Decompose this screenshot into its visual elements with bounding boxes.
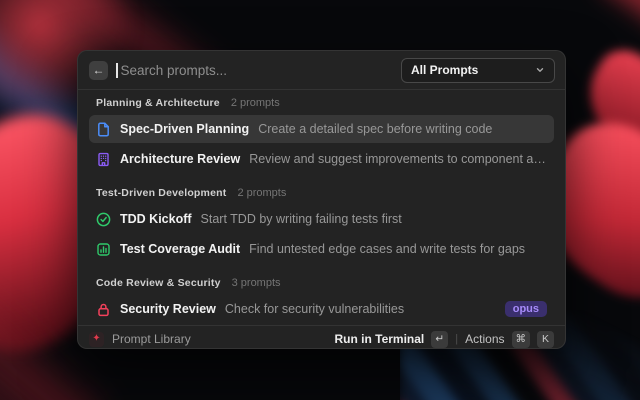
- list-item-tdd-kickoff[interactable]: TDD Kickoff Start TDD by writing failing…: [89, 205, 554, 233]
- section-title: Planning & Architecture: [96, 97, 220, 109]
- back-button[interactable]: ←: [89, 61, 108, 80]
- circle-check-icon: [96, 212, 111, 227]
- palette-footer: ✦ Prompt Library Run in Terminal ↵ | Act…: [78, 325, 565, 352]
- list-item-security-review[interactable]: Security Review Check for security vulne…: [89, 295, 554, 323]
- run-in-terminal-button[interactable]: Run in Terminal: [334, 332, 424, 346]
- wallpaper-red-corner-top-right: [592, 0, 640, 46]
- footer-divider: |: [455, 333, 458, 345]
- item-description: Find untested edge cases and write tests…: [249, 242, 547, 256]
- command-keycap[interactable]: ⌘: [512, 331, 531, 348]
- section-title: Test-Driven Development: [96, 187, 226, 199]
- item-title: Security Review: [120, 302, 216, 316]
- app-name: Prompt Library: [112, 332, 191, 346]
- bar-chart-icon: [96, 242, 111, 257]
- section-header-tdd: Test-Driven Development 2 prompts: [89, 187, 554, 205]
- section-header-planning: Planning & Architecture 2 prompts: [89, 97, 554, 115]
- section-spacer: [89, 265, 554, 277]
- filter-dropdown[interactable]: All Prompts: [401, 58, 555, 83]
- section-header-code-review: Code Review & Security 3 prompts: [89, 277, 554, 295]
- prompt-list: Planning & Architecture 2 prompts Spec-D…: [78, 90, 565, 325]
- section-count: 2 prompts: [231, 97, 280, 109]
- search-input[interactable]: [121, 63, 394, 78]
- prompt-library-palette: ← All Prompts Planning & Architecture 2 …: [77, 50, 566, 349]
- lock-icon: [96, 302, 111, 317]
- section-title: Code Review & Security: [96, 277, 221, 289]
- text-caret: [116, 63, 118, 78]
- item-title: Spec-Driven Planning: [120, 122, 249, 136]
- app-logo-icon: ✦: [89, 332, 104, 347]
- item-description: Create a detailed spec before writing co…: [258, 122, 547, 136]
- section-count: 3 prompts: [232, 277, 281, 289]
- item-title: Architecture Review: [120, 152, 240, 166]
- list-item-architecture-review[interactable]: Architecture Review Review and suggest i…: [89, 145, 554, 173]
- file-icon: [96, 122, 111, 137]
- item-description: Review and suggest improvements to compo…: [249, 152, 547, 166]
- section-count: 2 prompts: [237, 187, 286, 199]
- filter-dropdown-label: All Prompts: [411, 63, 478, 77]
- list-item-spec-driven-planning[interactable]: Spec-Driven Planning Create a detailed s…: [89, 115, 554, 143]
- item-title: Test Coverage Audit: [120, 242, 240, 256]
- model-badge: opus: [505, 301, 547, 317]
- list-item-test-coverage-audit[interactable]: Test Coverage Audit Find untested edge c…: [89, 235, 554, 263]
- item-description: Check for security vulnerabilities: [225, 302, 496, 316]
- item-description: Start TDD by writing failing tests first: [201, 212, 547, 226]
- arrow-left-icon: ←: [93, 64, 105, 76]
- footer-actions: Run in Terminal ↵ | Actions ⌘ K: [334, 331, 554, 348]
- k-keycap[interactable]: K: [537, 331, 554, 348]
- item-title: TDD Kickoff: [120, 212, 192, 226]
- search-bar: ← All Prompts: [78, 51, 565, 90]
- section-spacer: [89, 175, 554, 187]
- actions-button[interactable]: Actions: [465, 332, 504, 346]
- enter-keycap[interactable]: ↵: [431, 331, 448, 348]
- chevron-down-icon: [535, 65, 545, 75]
- building-icon: [96, 152, 111, 167]
